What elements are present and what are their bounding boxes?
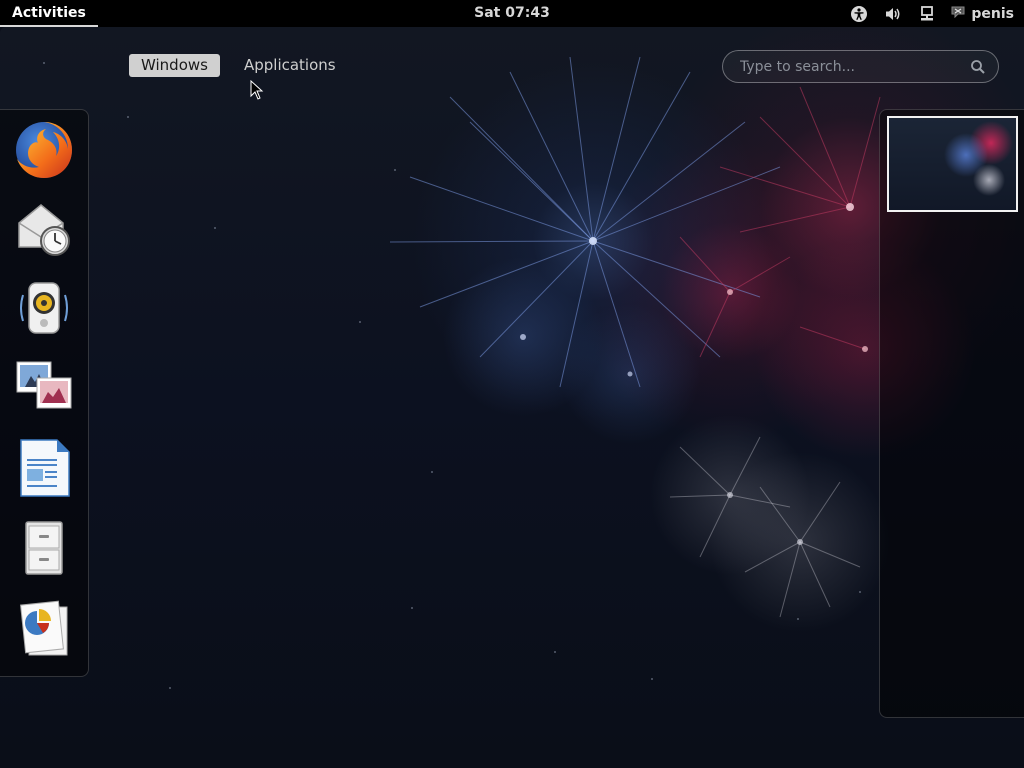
files-icon[interactable] [12,516,76,580]
evolution-mail-icon[interactable] [12,196,76,260]
shotwell-icon[interactable] [12,355,76,419]
wallpaper [43,56,881,689]
search-box[interactable] [722,50,999,83]
workspace-switcher [879,109,1024,718]
status-area: penis [849,2,1014,26]
volume-icon[interactable] [883,4,903,24]
firefox-icon[interactable] [12,118,76,182]
tab-windows[interactable]: Windows [129,54,220,77]
search-icon[interactable] [970,59,986,75]
dash [0,109,89,677]
rhythmbox-icon[interactable] [12,276,76,340]
network-icon[interactable] [917,4,937,24]
activities-button[interactable]: Activities [0,0,98,27]
document-viewer-icon[interactable] [12,596,76,660]
clock-label[interactable]: Sat 07:43 [474,5,550,21]
top-panel: Activities Sat 07:43 penis [0,0,1024,27]
activities-overview: Windows Applications [0,27,1024,768]
libreoffice-writer-icon[interactable] [12,436,76,500]
accessibility-icon[interactable] [849,4,869,24]
user-menu[interactable]: penis [951,6,1014,22]
tab-applications[interactable]: Applications [232,54,348,77]
user-status-icon [951,6,965,22]
user-name: penis [971,6,1014,22]
mouse-cursor-icon [250,80,264,100]
workspace-thumbnail-1[interactable] [887,116,1018,212]
search-input[interactable] [738,57,970,76]
view-selector: Windows Applications [129,54,348,77]
